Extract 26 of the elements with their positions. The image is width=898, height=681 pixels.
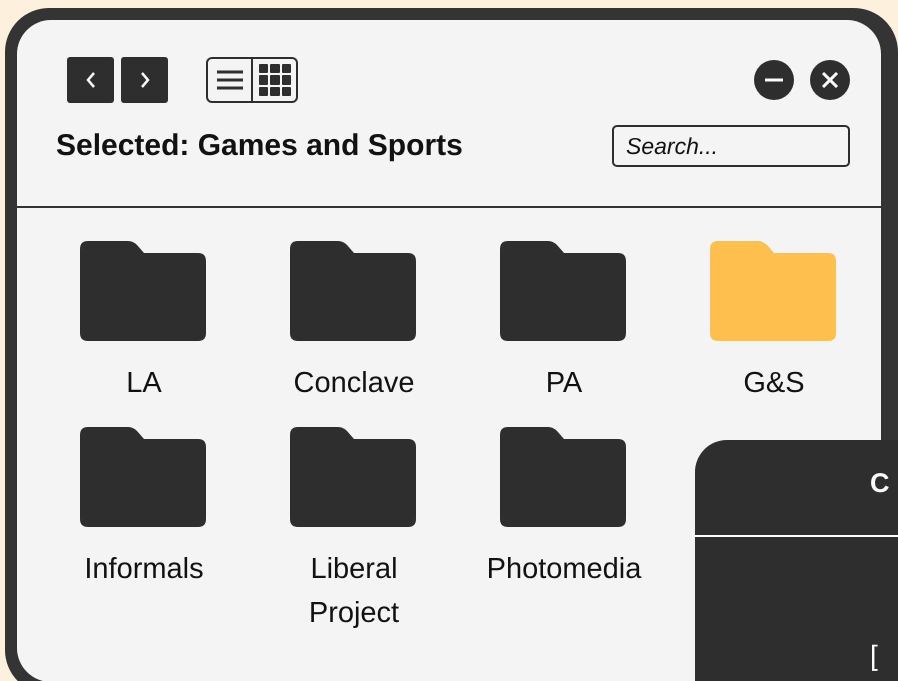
panel-text: [ bbox=[870, 640, 878, 672]
minimize-button[interactable] bbox=[754, 60, 794, 100]
folder-label: LA bbox=[125, 366, 163, 401]
list-view-icon[interactable] bbox=[216, 69, 244, 91]
folder-label: Informals bbox=[83, 552, 205, 587]
folder-icon[interactable] bbox=[290, 241, 418, 343]
close-icon bbox=[822, 72, 838, 88]
forward-button[interactable] bbox=[121, 57, 168, 103]
panel-title: C bbox=[870, 468, 890, 499]
back-button[interactable] bbox=[67, 57, 114, 103]
folder-icon[interactable] bbox=[80, 241, 208, 343]
folder-icon[interactable] bbox=[500, 427, 628, 529]
chevron-left-icon bbox=[84, 71, 98, 89]
folder-icon[interactable] bbox=[80, 427, 208, 529]
folder-label: Liberal Project bbox=[308, 552, 400, 631]
selected-heading: Selected: Games and Sports bbox=[56, 129, 463, 163]
minus-icon bbox=[765, 78, 783, 82]
folder-label: G&S bbox=[742, 366, 806, 401]
grid-view-icon[interactable] bbox=[258, 64, 290, 96]
search-field[interactable]: Search... bbox=[612, 125, 850, 167]
folder-label: Conclave bbox=[292, 366, 416, 401]
folder-label: PA bbox=[544, 366, 584, 401]
close-button[interactable] bbox=[810, 60, 850, 100]
folder-label: Photomedia bbox=[486, 552, 642, 587]
folder-icon[interactable] bbox=[500, 241, 628, 343]
folder-icon[interactable] bbox=[290, 427, 418, 529]
